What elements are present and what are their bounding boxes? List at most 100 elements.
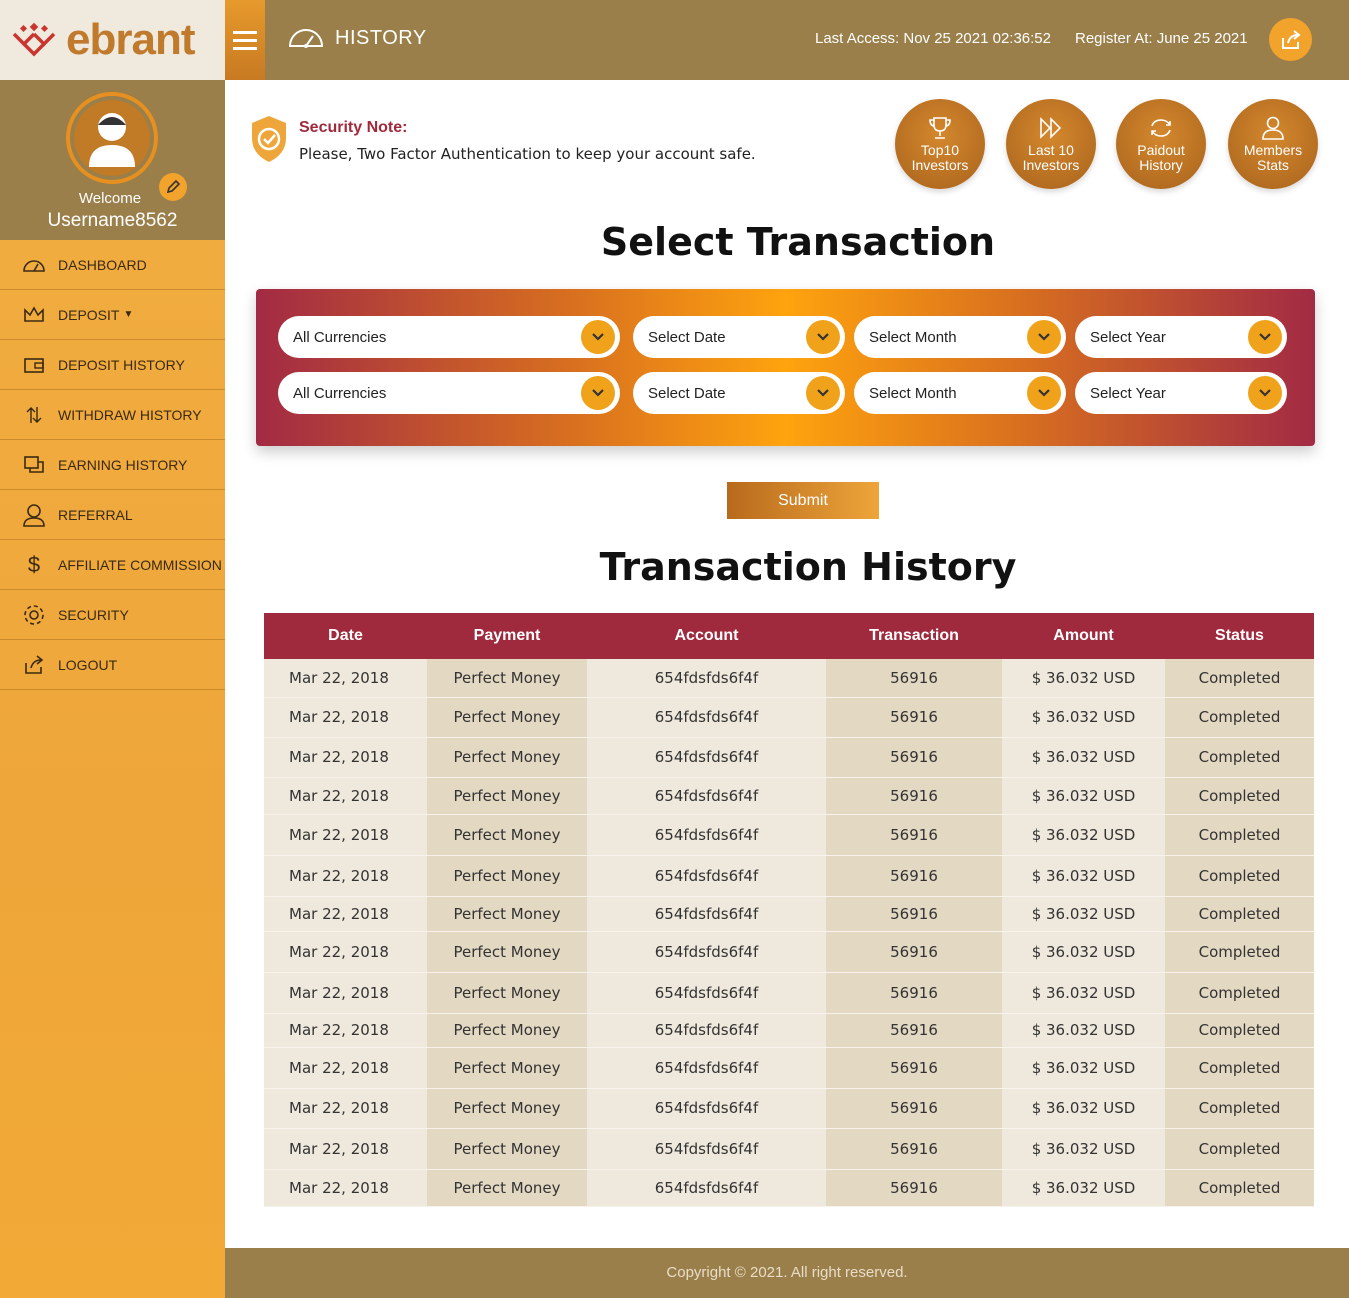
table-cell: 56916 xyxy=(826,1128,1002,1170)
table-cell: 654fdsfds6f4f xyxy=(587,777,826,815)
date-select[interactable]: Select Date xyxy=(633,372,845,414)
year-select[interactable]: Select Year xyxy=(1075,316,1287,358)
table-cell: 56916 xyxy=(826,1013,1002,1048)
table-row[interactable]: Mar 22, 2018 Perfect Money 654fdsfds6f4f 56… xyxy=(264,777,1314,815)
table-cell: 654fdsfds6f4f xyxy=(587,814,826,856)
table-cell: Completed xyxy=(1165,1047,1314,1089)
table-row[interactable]: Mar 22, 2018 Perfect Money 654fdsfds6f4f 56… xyxy=(264,659,1314,698)
table-cell: 654fdsfds6f4f xyxy=(587,1128,826,1170)
table-cell: 56916 xyxy=(826,896,1002,932)
currency-select[interactable]: All Currencies xyxy=(278,372,620,414)
sidebar-item-logout[interactable]: LOGOUT xyxy=(0,640,225,690)
chevron-down-icon xyxy=(1248,376,1282,410)
currency-select[interactable]: All Currencies xyxy=(278,316,620,358)
table-cell: $ 36.032 USD xyxy=(1002,1169,1165,1207)
table-row[interactable]: Mar 22, 2018 Perfect Money 654fdsfds6f4f 56… xyxy=(264,855,1314,897)
avatar[interactable] xyxy=(66,92,158,184)
security-note-title: Security Note: xyxy=(299,119,408,136)
paidout-history-button[interactable]: Paidout History xyxy=(1116,99,1206,189)
table-row[interactable]: Mar 22, 2018 Perfect Money 654fdsfds6f4f 56… xyxy=(264,1047,1314,1089)
table-row[interactable]: Mar 22, 2018 Perfect Money 654fdsfds6f4f 56… xyxy=(264,1013,1314,1048)
chevron-down-icon xyxy=(1248,320,1282,354)
select-value: Select Date xyxy=(648,328,726,346)
table-cell: 56916 xyxy=(826,1047,1002,1089)
table-cell: Perfect Money xyxy=(427,1128,587,1170)
top-bar: HISTORY Last Access: Nov 25 2021 02:36:5… xyxy=(265,0,1349,80)
column-header[interactable]: Account xyxy=(587,613,826,659)
column-header[interactable]: Amount xyxy=(1002,613,1165,659)
gear-icon xyxy=(22,603,46,627)
last-access: Last Access: Nov 25 2021 02:36:52 xyxy=(815,30,1051,47)
table-cell: 56916 xyxy=(826,855,1002,897)
last10-investors-button[interactable]: Last 10 Investors xyxy=(1006,99,1096,189)
submit-button[interactable]: Submit xyxy=(727,482,879,519)
chevron-down-icon xyxy=(806,376,840,410)
quick-link-label: Members Stats xyxy=(1243,142,1303,173)
table-row[interactable]: Mar 22, 2018 Perfect Money 654fdsfds6f4f 56… xyxy=(264,814,1314,856)
column-header[interactable]: Payment xyxy=(427,613,587,659)
dollar-icon: $ xyxy=(27,551,41,577)
table-cell: Completed xyxy=(1165,855,1314,897)
table-cell: 654fdsfds6f4f xyxy=(587,659,826,698)
table-cell: Completed xyxy=(1165,697,1314,738)
table-row[interactable]: Mar 22, 2018 Perfect Money 654fdsfds6f4f 56… xyxy=(264,1169,1314,1207)
table-cell: Perfect Money xyxy=(427,931,587,973)
sidebar-item-dashboard[interactable]: DASHBOARD xyxy=(0,240,225,290)
select-value: Select Month xyxy=(869,328,957,346)
table-cell: 56916 xyxy=(826,697,1002,738)
table-row[interactable]: Mar 22, 2018 Perfect Money 654fdsfds6f4f 56… xyxy=(264,737,1314,778)
sidebar-item-deposit[interactable]: DEPOSIT ▼ xyxy=(0,290,225,340)
month-select[interactable]: Select Month xyxy=(854,316,1066,358)
table-row[interactable]: Mar 22, 2018 Perfect Money 654fdsfds6f4f 56… xyxy=(264,1088,1314,1129)
chevron-down-icon xyxy=(581,320,615,354)
select-value: All Currencies xyxy=(293,328,387,346)
chevron-down-icon xyxy=(581,376,615,410)
table-row[interactable]: Mar 22, 2018 Perfect Money 654fdsfds6f4f 56… xyxy=(264,972,1314,1014)
logo[interactable]: ebrant xyxy=(0,0,225,80)
members-stats-button[interactable]: Members Stats xyxy=(1228,99,1318,189)
sidebar-item-referral[interactable]: REFERRAL xyxy=(0,490,225,540)
sidebar: DASHBOARD DEPOSIT ▼ DEPOSIT HISTORY WITHD… xyxy=(0,240,225,1298)
welcome-label: Welcome xyxy=(78,190,142,207)
table-cell: 654fdsfds6f4f xyxy=(587,896,826,932)
table-cell: $ 36.032 USD xyxy=(1002,972,1165,1014)
column-header[interactable]: Date xyxy=(264,613,427,659)
hamburger-menu-icon[interactable] xyxy=(225,0,265,80)
table-cell: 56916 xyxy=(826,931,1002,973)
select-value: Select Year xyxy=(1090,384,1166,402)
table-cell: Completed xyxy=(1165,1088,1314,1129)
table-cell: Perfect Money xyxy=(427,737,587,778)
table-cell: $ 36.032 USD xyxy=(1002,1013,1165,1048)
table-cell: 654fdsfds6f4f xyxy=(587,931,826,973)
table-cell: Mar 22, 2018 xyxy=(264,737,427,778)
table-row[interactable]: Mar 22, 2018 Perfect Money 654fdsfds6f4f 56… xyxy=(264,896,1314,932)
table-cell: Perfect Money xyxy=(427,1088,587,1129)
sidebar-item-earning-history[interactable]: EARNING HISTORY xyxy=(0,440,225,490)
sidebar-item-label: DEPOSIT xyxy=(58,306,120,323)
top10-investors-button[interactable]: Top10 Investors xyxy=(895,99,985,189)
select-value: All Currencies xyxy=(293,384,387,402)
share-icon[interactable] xyxy=(1269,18,1312,61)
column-header[interactable]: Status xyxy=(1165,613,1314,659)
sidebar-item-deposit-history[interactable]: DEPOSIT HISTORY xyxy=(0,340,225,390)
sidebar-item-label: SECURITY xyxy=(58,606,129,623)
sidebar-item-label: EARNING HISTORY xyxy=(58,456,188,473)
month-select[interactable]: Select Month xyxy=(854,372,1066,414)
sidebar-item-withdraw-history[interactable]: WITHDRAW HISTORY xyxy=(0,390,225,440)
username: Username8562 xyxy=(47,210,178,231)
table-row[interactable]: Mar 22, 2018 Perfect Money 654fdsfds6f4f 56… xyxy=(264,931,1314,973)
year-select[interactable]: Select Year xyxy=(1075,372,1287,414)
sidebar-item-security[interactable]: SECURITY xyxy=(0,590,225,640)
table-cell: 654fdsfds6f4f xyxy=(587,1013,826,1048)
sidebar-item-label: DASHBOARD xyxy=(58,256,147,273)
table-row[interactable]: Mar 22, 2018 Perfect Money 654fdsfds6f4f 56… xyxy=(264,697,1314,738)
shield-check-icon xyxy=(250,114,288,168)
chevron-down-icon xyxy=(1027,320,1061,354)
date-select[interactable]: Select Date xyxy=(633,316,845,358)
table-cell: Completed xyxy=(1165,896,1314,932)
table-row[interactable]: Mar 22, 2018 Perfect Money 654fdsfds6f4f 56… xyxy=(264,1128,1314,1170)
sidebar-item-affiliate-commission[interactable]: $ AFFILIATE COMMISSION xyxy=(0,540,225,590)
table-cell: Mar 22, 2018 xyxy=(264,1128,427,1170)
column-header[interactable]: Transaction xyxy=(826,613,1002,659)
table-cell: Perfect Money xyxy=(427,896,587,932)
